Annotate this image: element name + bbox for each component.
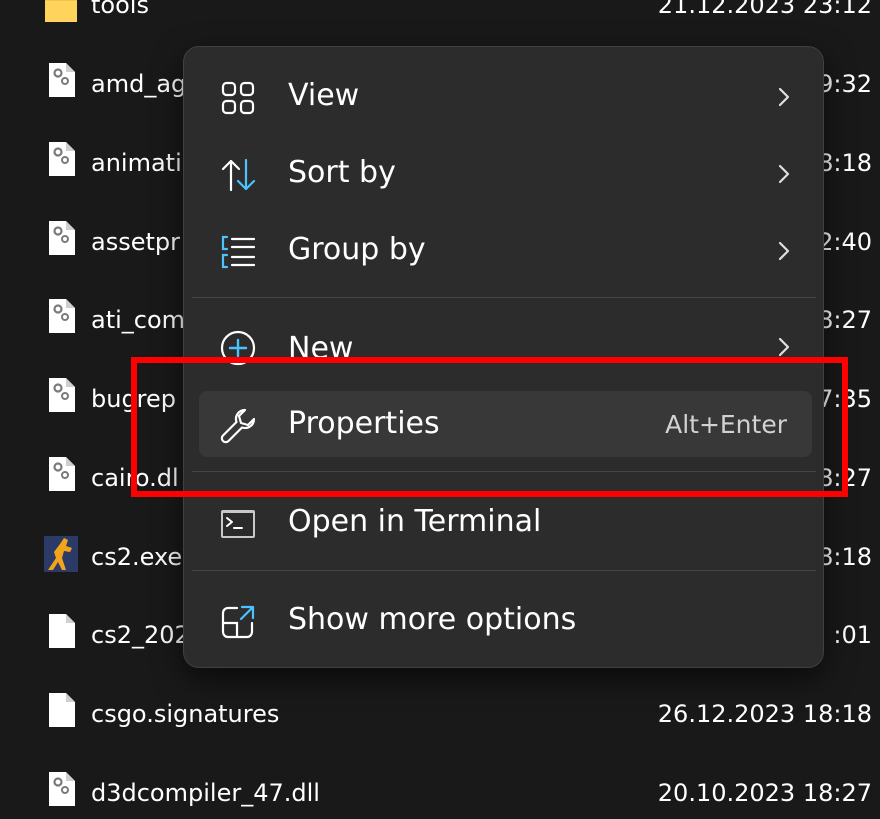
menu-item-view[interactable]: View [199,63,812,129]
blank-file-icon [49,614,75,648]
chevron-right-icon [778,87,790,107]
menu-item-label: Group by [288,232,426,267]
dll-file-icon [49,457,75,491]
dll-file-icon [49,142,75,176]
menu-item-show-more-options[interactable]: Show more options [199,587,812,653]
file-name: cs2.exe [91,543,183,571]
file-date: 8:27 [818,306,872,334]
menu-item-label: Sort by [288,155,396,190]
file-name: animati [91,149,182,177]
dll-file-icon [49,221,75,255]
file-date: 20.10.2023 18:27 [657,779,872,807]
show-more-options-icon [221,605,255,639]
file-name: amd_ag [91,70,187,98]
dll-file-icon [49,378,75,412]
menu-item-label: Show more options [288,602,577,637]
file-date: 21.12.2023 23:12 [657,0,872,19]
dll-file-icon [49,299,75,333]
group-list-icon [221,235,256,269]
view-grid-icon [221,81,255,115]
file-row-tools[interactable]: tools 21.12.2023 23:12 [0,0,880,42]
menu-separator [192,297,816,298]
dll-file-icon [49,63,75,97]
file-name: cs2_202 [91,621,190,649]
blank-file-icon [49,693,75,727]
menu-item-open-in-terminal[interactable]: Open in Terminal [199,489,812,555]
highlight-box [131,357,848,497]
file-row-d3dcompiler[interactable]: d3dcompiler_47.dll 20.10.2023 18:27 [0,770,880,819]
file-date: 8:18 [818,543,872,571]
menu-item-label: View [288,78,360,113]
sort-arrows-icon [221,158,256,192]
file-date: 9:32 [818,70,872,98]
menu-item-group-by[interactable]: Group by [199,217,812,283]
menu-item-label: Open in Terminal [288,504,542,539]
folder-icon [45,0,77,22]
file-name: csgo.signatures [91,700,280,728]
terminal-icon [221,510,255,538]
chevron-right-icon [778,241,790,261]
file-name: tools [91,0,149,19]
file-name: assetpr [91,228,180,256]
file-date: 26.12.2023 18:18 [657,700,872,728]
chevron-right-icon [778,337,790,357]
dll-file-icon [49,772,75,806]
file-name: ati_com [91,306,186,334]
cs2-app-icon [44,536,78,572]
chevron-right-icon [778,164,790,184]
menu-separator [192,570,816,571]
file-name: d3dcompiler_47.dll [91,779,320,807]
menu-item-sort-by[interactable]: Sort by [199,140,812,206]
file-date: :01 [833,621,872,649]
file-date: 2:40 [818,228,872,256]
file-row-csgo-signatures[interactable]: csgo.signatures 26.12.2023 18:18 [0,691,880,741]
